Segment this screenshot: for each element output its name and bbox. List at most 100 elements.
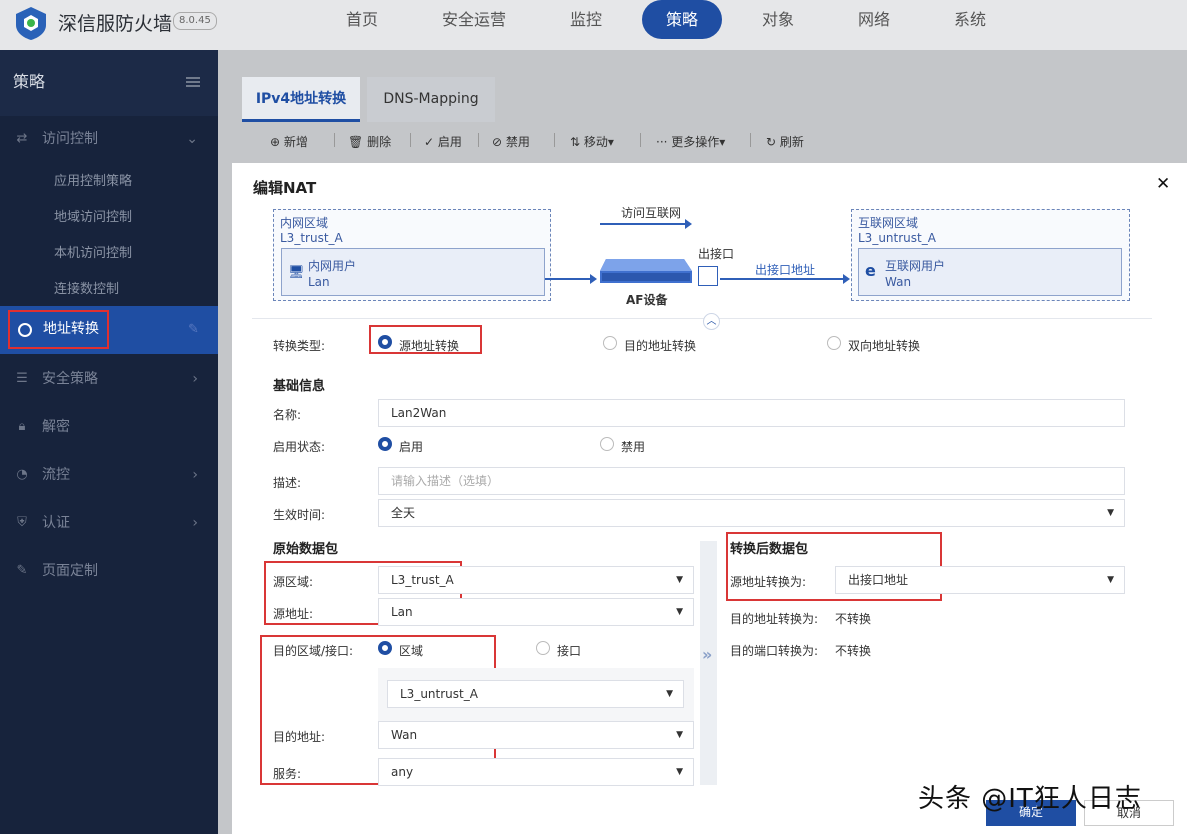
ban-icon: ⊘ (492, 135, 506, 149)
radio-dst-iface[interactable] (536, 641, 550, 655)
flow-arrow (545, 274, 597, 284)
radio-enable-label: 启用 (399, 440, 424, 454)
radio-dnat[interactable] (603, 336, 617, 350)
list-icon: ☰ (16, 371, 28, 386)
outer-user-box: e 互联网用户 Wan (858, 248, 1122, 296)
plus-icon: ⊕ (270, 135, 284, 149)
src-conv-select[interactable]: 出接口地址 ▼ (835, 566, 1125, 594)
time-select[interactable]: 全天 ▼ (378, 499, 1125, 527)
chevron-right-icon: › (192, 371, 198, 387)
caret-down-icon: ▾ (607, 135, 614, 149)
pin-icon[interactable]: ✎ (188, 322, 199, 337)
check-icon: ✓ (424, 135, 438, 149)
watermark: 头条 @IT狂人日志 (918, 784, 1142, 814)
dst-zone-label: 目的区域/接口: (273, 644, 354, 658)
divider (252, 318, 1152, 319)
tab-dns-mapping[interactable]: DNS-Mapping (367, 77, 495, 122)
dst-zone-select[interactable]: L3_untrust_A ▼ (387, 680, 684, 708)
menu-collapse-icon[interactable] (186, 77, 200, 87)
sidebar-item-page-custom[interactable]: ✎ 页面定制 (0, 553, 218, 589)
divider (478, 133, 479, 147)
add-button[interactable]: ⊕ 新增 (270, 133, 308, 150)
src-zone-label: 源区域: (273, 575, 314, 589)
refresh-icon: ↻ (766, 135, 780, 149)
time-label: 生效时间: (273, 508, 326, 522)
disable-button[interactable]: ⊘ 禁用 (492, 133, 530, 150)
nav-object[interactable]: 对象 (746, 0, 810, 50)
port-conv-label: 目的端口转换为: (730, 644, 819, 658)
sidebar-sub-geo-control[interactable]: 地域访问控制 (0, 200, 218, 236)
divider (750, 133, 751, 147)
desc-input[interactable]: 请输入描述（选填） (378, 467, 1125, 495)
divider (554, 133, 555, 147)
sidebar-item-auth[interactable]: ⛨ 认证 › (0, 505, 218, 541)
inner-user-box: 🖥︎ 内网用户 Lan (281, 248, 545, 296)
sidebar-header: 策略 (0, 50, 218, 116)
after-packet-title: 转换后数据包 (730, 542, 809, 557)
caret-down-icon: ▼ (666, 689, 673, 699)
sidebar-sub-app-control[interactable]: 应用控制策略 (0, 164, 218, 200)
tab-ipv4-nat[interactable]: IPv4地址转换 (242, 77, 360, 122)
service-select[interactable]: any ▼ (378, 758, 694, 786)
src-conv-label: 源地址转换为: (730, 575, 807, 589)
radio-snat[interactable] (378, 335, 392, 349)
sidebar-sub-conn-control[interactable]: 连接数控制 (0, 272, 218, 308)
sidebar-item-security-policy[interactable]: ☰ 安全策略 › (0, 361, 218, 397)
dst-conv-value: 不转换 (835, 612, 872, 626)
radio-snat-label: 源地址转换 (399, 339, 460, 353)
nav-security-ops[interactable]: 安全运营 (438, 0, 510, 50)
access-control-icon: ⇄ (16, 131, 28, 146)
outer-zone-title: 互联网区域 L3_untrust_A (858, 216, 936, 245)
caret-down-icon: ▼ (676, 767, 683, 777)
caret-down-icon: ▼ (1107, 575, 1114, 585)
edit-icon: ✎ (16, 563, 28, 578)
move-icon: ⇅ (570, 135, 584, 149)
nav-system[interactable]: 系统 (938, 0, 1002, 50)
flow-icon: ◔ (16, 467, 28, 482)
radio-dst-iface-label: 接口 (557, 644, 582, 658)
more-actions-button[interactable]: ··· 更多操作▾ (656, 133, 725, 150)
caret-down-icon: ▼ (1107, 508, 1114, 518)
more-icon: ··· (656, 135, 672, 149)
sidebar-title: 策略 (13, 72, 46, 91)
outer-user-label: 互联网用户 Wan (885, 259, 946, 289)
dst-conv-label: 目的地址转换为: (730, 612, 819, 626)
sidebar-item-flow-control[interactable]: ◔ 流控 › (0, 457, 218, 493)
nav-monitor[interactable]: 监控 (554, 0, 618, 50)
device-label: AF设备 (626, 293, 668, 307)
src-zone-select[interactable]: L3_trust_A ▼ (378, 566, 694, 594)
delete-button[interactable]: 🗑︎ 删除 (348, 133, 391, 150)
service-label: 服务: (273, 767, 302, 781)
sidebar-item-nat[interactable]: 地址转换 (8, 310, 109, 349)
radio-bnat[interactable] (827, 336, 841, 350)
nav-network[interactable]: 网络 (842, 0, 906, 50)
inner-zone-title: 内网区域 L3_trust_A (280, 216, 343, 245)
sidebar: 策略 ⇄ 访问控制 ⌄ 应用控制策略 地域访问控制 本机访问控制 连接数控制 ☰… (0, 50, 218, 834)
flow-arrow (600, 219, 692, 229)
version-badge: 8.0.45 (173, 12, 217, 30)
radio-dst-zone[interactable] (378, 641, 392, 655)
port-icon (698, 266, 718, 286)
nav-policy[interactable]: 策略 (642, 0, 722, 39)
name-input[interactable]: Lan2Wan (378, 399, 1125, 427)
move-button[interactable]: ⇅ 移动▾ (570, 133, 614, 150)
sidebar-item-access-control[interactable]: ⇄ 访问控制 ⌄ (0, 121, 218, 157)
nav-home[interactable]: 首页 (330, 0, 394, 50)
refresh-button[interactable]: ↻ 刷新 (766, 133, 804, 150)
sidebar-sub-local-control[interactable]: 本机访问控制 (0, 236, 218, 272)
enable-button[interactable]: ✓ 启用 (424, 133, 462, 150)
radio-enable[interactable] (378, 437, 392, 451)
dst-addr-select[interactable]: Wan ▼ (378, 721, 694, 749)
monitor-icon: 🖥︎ (288, 265, 305, 280)
radio-disable[interactable] (600, 437, 614, 451)
double-chevron-right-icon: » (702, 645, 713, 664)
browser-icon: e (865, 261, 876, 280)
close-icon[interactable]: ✕ (1156, 174, 1170, 194)
src-addr-select[interactable]: Lan ▼ (378, 598, 694, 626)
radio-dst-zone-label: 区域 (399, 644, 424, 658)
caret-down-icon: ▼ (676, 575, 683, 585)
flow-label: 访问互联网 (621, 206, 682, 220)
collapse-up-icon[interactable]: ︿ (703, 313, 720, 330)
sidebar-item-decrypt[interactable]: 🔒︎ 解密 (0, 409, 218, 445)
radio-disable-label: 禁用 (621, 440, 646, 454)
